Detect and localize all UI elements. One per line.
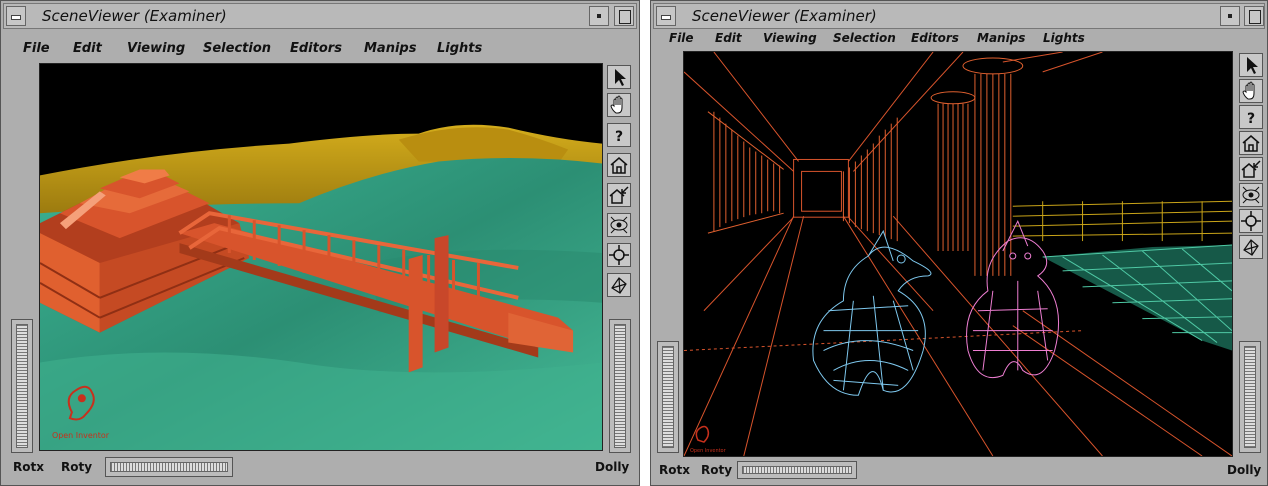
window-menu-button[interactable] — [656, 6, 676, 26]
menu-edit[interactable]: Edit — [73, 41, 102, 56]
dolly-label: Dolly — [595, 460, 630, 474]
render-viewport[interactable]: Open Inventor — [39, 63, 603, 451]
rotx-label: Rotx — [659, 463, 690, 477]
menu-file[interactable]: File — [669, 31, 694, 45]
roty-thumbwheel[interactable] — [737, 461, 857, 479]
menu-selection[interactable]: Selection — [203, 41, 271, 56]
dolly-label: Dolly — [1227, 463, 1262, 477]
menu-viewing[interactable]: Viewing — [763, 31, 817, 45]
menu-editors[interactable]: Editors — [290, 41, 342, 56]
menu-manips[interactable]: Manips — [364, 41, 416, 56]
scene-render: Open Inventor — [684, 52, 1232, 456]
scene-viewer-window-right: SceneViewer (Examiner) File Edit Viewing… — [650, 0, 1268, 486]
arrow-icon[interactable] — [607, 65, 631, 89]
help-icon[interactable]: ? — [1239, 105, 1263, 129]
title-bar[interactable]: SceneViewer (Examiner) — [653, 3, 1265, 29]
maximize-button[interactable] — [614, 6, 634, 26]
menu-edit[interactable]: Edit — [715, 31, 742, 45]
view-all-icon[interactable] — [607, 213, 631, 237]
menu-viewing[interactable]: Viewing — [127, 41, 185, 56]
seek-icon[interactable] — [607, 243, 631, 267]
menu-lights[interactable]: Lights — [1043, 31, 1085, 45]
set-home-icon[interactable] — [607, 183, 631, 207]
viewer-toolbar: ? — [1239, 53, 1263, 293]
dolly-thumbwheel[interactable] — [609, 319, 631, 453]
menu-selection[interactable]: Selection — [833, 31, 896, 45]
rotx-label: Rotx — [13, 460, 44, 474]
minimize-button[interactable] — [1220, 6, 1240, 26]
svg-text:Open Inventor: Open Inventor — [690, 448, 727, 454]
roty-thumbwheel[interactable] — [105, 457, 233, 477]
viewer-toolbar: ? — [607, 65, 631, 305]
rotx-thumbwheel[interactable] — [11, 319, 33, 453]
window-title: SceneViewer (Examiner) — [692, 7, 877, 25]
svg-text:?: ? — [1247, 111, 1255, 127]
roty-label: Roty — [61, 460, 93, 474]
dolly-thumbwheel[interactable] — [1239, 341, 1261, 453]
render-viewport[interactable]: Open Inventor — [683, 51, 1233, 457]
roty-label: Roty — [701, 463, 733, 477]
view-all-icon[interactable] — [1239, 183, 1263, 207]
arrow-icon[interactable] — [1239, 53, 1263, 77]
scene-render: Open Inventor — [40, 64, 602, 450]
window-menu-button[interactable] — [6, 6, 26, 26]
perspective-icon[interactable] — [607, 273, 631, 297]
menu-editors[interactable]: Editors — [911, 31, 959, 45]
menu-manips[interactable]: Manips — [977, 31, 1025, 45]
set-home-icon[interactable] — [1239, 157, 1263, 181]
seek-icon[interactable] — [1239, 209, 1263, 233]
minimize-button[interactable] — [589, 6, 609, 26]
title-bar[interactable]: SceneViewer (Examiner) — [3, 3, 637, 29]
svg-text:Open Inventor: Open Inventor — [52, 431, 110, 440]
home-icon[interactable] — [1239, 131, 1263, 155]
hand-icon[interactable] — [1239, 79, 1263, 103]
window-title: SceneViewer (Examiner) — [42, 7, 227, 25]
menu-lights[interactable]: Lights — [437, 41, 482, 56]
menu-bar: File Edit Viewing Selection Editors Mani… — [657, 29, 1261, 51]
perspective-icon[interactable] — [1239, 235, 1263, 259]
home-icon[interactable] — [607, 153, 631, 177]
help-icon[interactable]: ? — [607, 123, 631, 147]
menu-file[interactable]: File — [23, 41, 50, 56]
rotx-thumbwheel[interactable] — [657, 341, 679, 453]
hand-icon[interactable] — [607, 93, 631, 117]
menu-bar: File Edit Viewing Selection Editors Mani… — [7, 39, 633, 61]
scene-viewer-window-left: SceneViewer (Examiner) File Edit Viewing… — [0, 0, 640, 486]
maximize-button[interactable] — [1244, 6, 1264, 26]
svg-text:?: ? — [615, 129, 623, 145]
